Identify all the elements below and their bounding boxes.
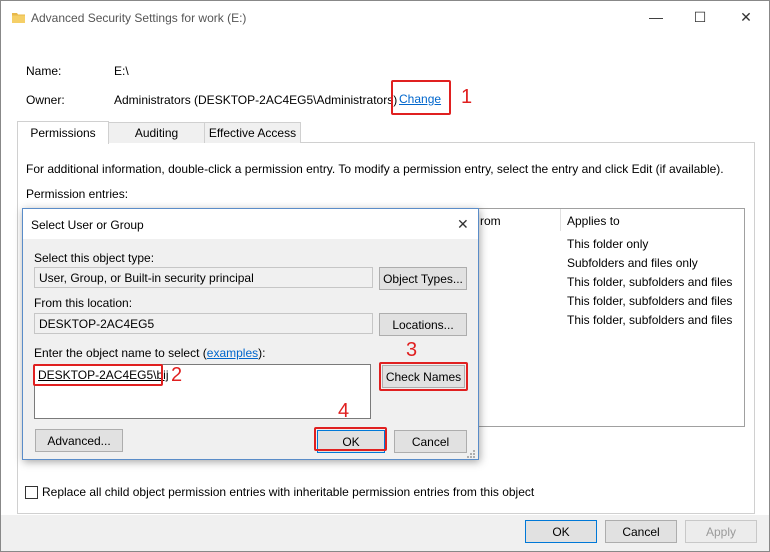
advanced-button[interactable]: Advanced... — [35, 429, 123, 452]
maximize-button[interactable]: ☐ — [677, 1, 723, 33]
locations-button[interactable]: Locations... — [379, 313, 467, 336]
annotation-box-4 — [314, 427, 387, 451]
list-item[interactable]: This folder, subfolders and files — [567, 294, 732, 308]
tab-label: Auditing — [134, 126, 179, 140]
advanced-button-label: Advanced... — [47, 433, 111, 448]
column-divider — [560, 209, 561, 231]
apply-button-label: Apply — [705, 524, 737, 539]
owner-value: Administrators (DESKTOP-2AC4EG5\Administ… — [114, 93, 398, 107]
tab-effective-access[interactable]: Effective Access — [204, 122, 301, 143]
folder-icon — [12, 13, 25, 23]
examples-link[interactable]: examples — [207, 346, 258, 360]
window-title: Advanced Security Settings for work (E:) — [31, 11, 247, 25]
column-header-applies-to[interactable]: Applies to — [567, 214, 620, 228]
ok-button[interactable]: OK — [525, 520, 597, 543]
enter-label-prefix: Enter the object name to select ( — [34, 346, 207, 360]
dialog-close-icon[interactable]: ✕ — [457, 216, 469, 233]
permissions-info-text: For additional information, double-click… — [26, 162, 724, 176]
dialog-title-bar: Select User or Group ✕ — [23, 209, 478, 239]
annotation-number-3: 3 — [406, 339, 418, 361]
tab-label: Permissions — [30, 126, 96, 140]
list-item[interactable]: This folder, subfolders and files — [567, 313, 732, 327]
close-button[interactable]: ✕ — [723, 1, 769, 33]
cancel-button[interactable]: Cancel — [605, 520, 677, 543]
object-types-button-label: Object Types... — [383, 271, 463, 286]
annotation-box-2 — [33, 364, 163, 386]
enter-label-suffix: ): — [258, 346, 266, 360]
replace-child-permissions-checkbox[interactable] — [25, 486, 38, 499]
owner-label: Owner: — [26, 93, 65, 107]
minimize-button[interactable]: — — [633, 1, 679, 33]
tab-label: Effective Access — [208, 126, 297, 140]
dialog-title: Select User or Group — [31, 218, 144, 232]
annotation-number-2: 2 — [171, 364, 183, 386]
replace-child-permissions-label: Replace all child object permission entr… — [42, 485, 535, 499]
name-label: Name: — [26, 64, 62, 78]
location-label: From this location: — [34, 296, 133, 310]
annotation-box-3 — [379, 362, 468, 391]
minimize-icon: — — [649, 9, 663, 25]
annotation-number-1: 1 — [461, 86, 473, 108]
resize-grip-icon[interactable] — [467, 449, 476, 458]
tab-permissions[interactable]: Permissions — [17, 121, 109, 144]
advanced-security-settings-window: Advanced Security Settings for work (E:)… — [0, 0, 770, 552]
title-bar: Advanced Security Settings for work (E:)… — [1, 1, 769, 35]
maximize-icon: ☐ — [693, 8, 707, 25]
close-icon: ✕ — [740, 8, 752, 25]
permission-entries-list[interactable]: rom Applies to This folder only Subfolde… — [471, 208, 745, 427]
location-field: DESKTOP-2AC4EG5 — [34, 313, 373, 334]
select-user-or-group-dialog: Select User or Group ✕ Select this objec… — [22, 208, 479, 460]
annotation-box-1 — [391, 80, 451, 115]
column-header-inherited-from[interactable]: rom — [480, 214, 501, 228]
list-item[interactable]: This folder only — [567, 237, 648, 251]
enter-object-name-label: Enter the object name to select (example… — [34, 346, 265, 360]
ok-button-label: OK — [552, 524, 570, 539]
locations-button-label: Locations... — [392, 317, 454, 332]
apply-button[interactable]: Apply — [685, 520, 757, 543]
dialog-cancel-button[interactable]: Cancel — [394, 430, 467, 453]
list-item[interactable]: Subfolders and files only — [567, 256, 698, 270]
object-type-label: Select this object type: — [34, 251, 155, 265]
name-value: E:\ — [114, 64, 129, 78]
permission-entries-label: Permission entries: — [26, 187, 129, 201]
dialog-cancel-button-label: Cancel — [411, 434, 450, 449]
object-types-button[interactable]: Object Types... — [379, 267, 467, 290]
cancel-button-label: Cancel — [622, 524, 660, 539]
annotation-number-4: 4 — [338, 400, 350, 422]
tab-auditing[interactable]: Auditing — [108, 122, 205, 143]
object-type-field: User, Group, or Built-in security princi… — [34, 267, 373, 288]
list-item[interactable]: This folder, subfolders and files — [567, 275, 732, 289]
